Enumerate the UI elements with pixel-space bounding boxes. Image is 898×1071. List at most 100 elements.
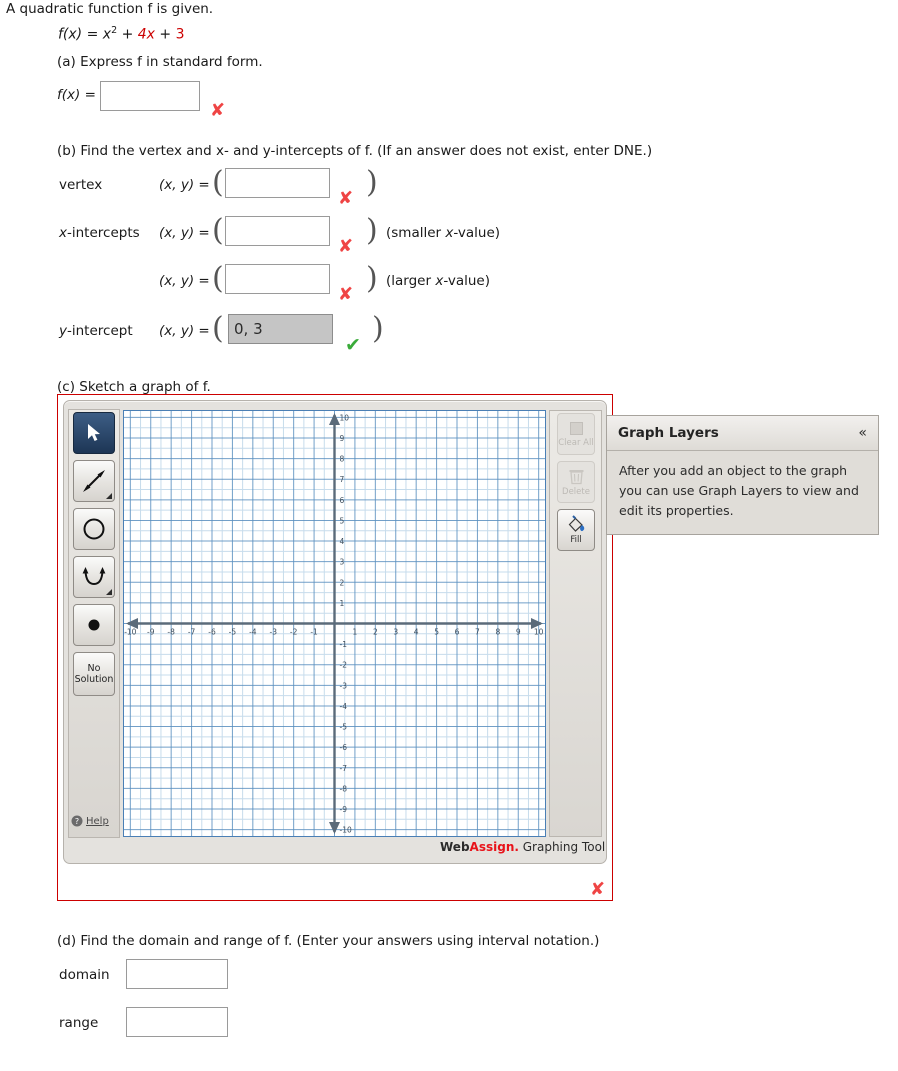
domain-input[interactable] xyxy=(126,959,228,989)
x-intercept-smaller-paren-close: ) xyxy=(366,213,378,248)
vertex-wrong-icon: ✘ xyxy=(338,188,354,209)
svg-text:5: 5 xyxy=(340,516,345,525)
part-a-wrong-icon: ✘ xyxy=(210,100,226,121)
fill-label: Fill xyxy=(570,535,582,545)
webassign-footer: WebAssign. Graphing Tool xyxy=(440,840,605,854)
svg-text:1: 1 xyxy=(353,628,358,637)
part-b-label: (b) Find the vertex and x- and y-interce… xyxy=(57,143,653,159)
webassign-web: Web xyxy=(440,840,470,854)
svg-text:3: 3 xyxy=(393,628,398,637)
no-solution-label-line1: No xyxy=(87,663,101,674)
y-intercept-input[interactable] xyxy=(228,314,333,344)
x-intercept-smaller-input[interactable] xyxy=(225,216,330,246)
svg-text:-8: -8 xyxy=(167,628,175,637)
no-solution-label-line2: Solution xyxy=(74,674,114,685)
parabola-icon xyxy=(82,567,106,586)
problem-intro: A quadratic function f is given. xyxy=(6,1,214,17)
point-tool-button[interactable] xyxy=(73,604,115,646)
svg-text:-7: -7 xyxy=(188,628,196,637)
svg-text:-10: -10 xyxy=(340,826,352,835)
webassign-assign: Assign. xyxy=(469,840,519,854)
svg-text:-4: -4 xyxy=(340,702,348,711)
vertex-input[interactable] xyxy=(225,168,330,198)
svg-text:-6: -6 xyxy=(208,628,216,637)
x-intercept-larger-input[interactable] xyxy=(225,264,330,294)
x-intercept-larger-xy-label: (x, y) = xyxy=(159,273,210,289)
svg-text:?: ? xyxy=(75,817,79,826)
svg-text:-2: -2 xyxy=(290,628,298,637)
part-c-wrong-icon: ✘ xyxy=(590,879,606,900)
formula-term3: 3 xyxy=(175,26,185,43)
y-intercept-paren-open: ( xyxy=(212,311,224,346)
y-intercept-xy-label: (x, y) = xyxy=(159,323,210,339)
parabola-tool-dropdown-indicator[interactable] xyxy=(106,589,112,595)
svg-text:-5: -5 xyxy=(340,723,348,732)
graph-layers-title: Graph Layers xyxy=(618,425,719,441)
cursor-arrow-icon xyxy=(88,424,100,441)
formula-plus2: + xyxy=(154,26,176,43)
svg-text:1: 1 xyxy=(340,599,345,608)
y-intercept-correct-icon: ✔ xyxy=(345,334,361,356)
part-c-label: (c) Sketch a graph of f. xyxy=(57,379,211,395)
svg-text:-1: -1 xyxy=(310,628,318,637)
svg-text:-10: -10 xyxy=(124,628,136,637)
svg-text:-1: -1 xyxy=(340,640,348,649)
vertex-xy-label: (x, y) = xyxy=(159,177,210,193)
svg-text:7: 7 xyxy=(475,628,480,637)
svg-text:8: 8 xyxy=(340,455,345,464)
vertex-paren-close: ) xyxy=(366,165,378,200)
circle-icon xyxy=(83,518,105,540)
y-intercept-paren-close: ) xyxy=(372,311,384,346)
vertex-row-label: vertex xyxy=(59,177,103,193)
circle-tool-button[interactable] xyxy=(73,508,115,550)
x-intercept-smaller-xy-label: (x, y) = xyxy=(159,225,210,241)
part-d-label: (d) Find the domain and range of f. (Ent… xyxy=(57,933,600,949)
svg-text:9: 9 xyxy=(340,434,345,443)
svg-text:10: 10 xyxy=(534,628,544,637)
svg-text:3: 3 xyxy=(340,558,345,567)
x-intercept-smaller-note: (smaller x-value) xyxy=(386,225,501,241)
chevron-double-left-icon[interactable]: « xyxy=(858,425,867,441)
part-a-fx-label: f(x) = xyxy=(57,87,96,103)
parabola-tool-button[interactable] xyxy=(73,556,115,598)
x-intercept-larger-paren-close: ) xyxy=(366,261,378,296)
range-label: range xyxy=(59,1015,99,1031)
range-input[interactable] xyxy=(126,1007,228,1037)
no-solution-button[interactable]: No Solution xyxy=(73,652,115,696)
svg-text:-9: -9 xyxy=(147,628,155,637)
formula-term2: 4x xyxy=(137,26,155,43)
svg-text:-7: -7 xyxy=(340,764,348,773)
clear-all-label: Clear All xyxy=(558,438,594,448)
point-dot-icon xyxy=(88,619,100,631)
select-tool-button[interactable] xyxy=(73,412,115,454)
svg-text:-6: -6 xyxy=(340,743,348,752)
graph-layers-header: Graph Layers « xyxy=(607,416,878,451)
svg-text:4: 4 xyxy=(340,537,345,546)
graph-plot-area: -10 -9 -8 -7 -6 -5 -4 -3 -2 -1 1 2 3 4 5 6 7 8 9 10 10 9 8 7 6 5 4… xyxy=(124,411,545,836)
line-tool-button[interactable] xyxy=(73,460,115,502)
x-intercept-larger-paren-open: ( xyxy=(212,261,224,296)
graph-canvas[interactable]: -10 -9 -8 -7 -6 -5 -4 -3 -2 -1 1 2 3 4 5 6 7 8 9 10 10 9 8 7 6 5 4… xyxy=(123,410,546,837)
delete-button[interactable]: Delete xyxy=(557,461,595,503)
function-formula: f(x) = x2 + 4x + 3 xyxy=(58,25,185,43)
line-tool-dropdown-indicator[interactable] xyxy=(106,493,112,499)
vertex-paren-open: ( xyxy=(212,165,224,200)
graph-layers-body-text: After you add an object to the graph you… xyxy=(619,463,859,518)
formula-term1: x xyxy=(102,26,112,43)
help-label: Help xyxy=(86,815,109,827)
svg-text:10: 10 xyxy=(340,413,350,422)
clear-all-icon xyxy=(569,422,583,435)
standard-form-input[interactable] xyxy=(100,81,200,111)
clear-all-button[interactable]: Clear All xyxy=(557,413,595,455)
fill-button[interactable]: Fill xyxy=(557,509,595,551)
svg-text:7: 7 xyxy=(340,475,345,484)
line-segment-icon xyxy=(83,470,105,492)
help-question-icon: ? xyxy=(71,815,83,827)
svg-text:-2: -2 xyxy=(340,661,348,670)
svg-text:-3: -3 xyxy=(340,681,348,690)
x-intercept-larger-wrong-icon: ✘ xyxy=(338,284,354,305)
help-link[interactable]: ? Help xyxy=(71,815,109,827)
svg-text:6: 6 xyxy=(340,496,345,505)
svg-text:-8: -8 xyxy=(340,784,348,793)
x-intercept-smaller-paren-open: ( xyxy=(212,213,224,248)
